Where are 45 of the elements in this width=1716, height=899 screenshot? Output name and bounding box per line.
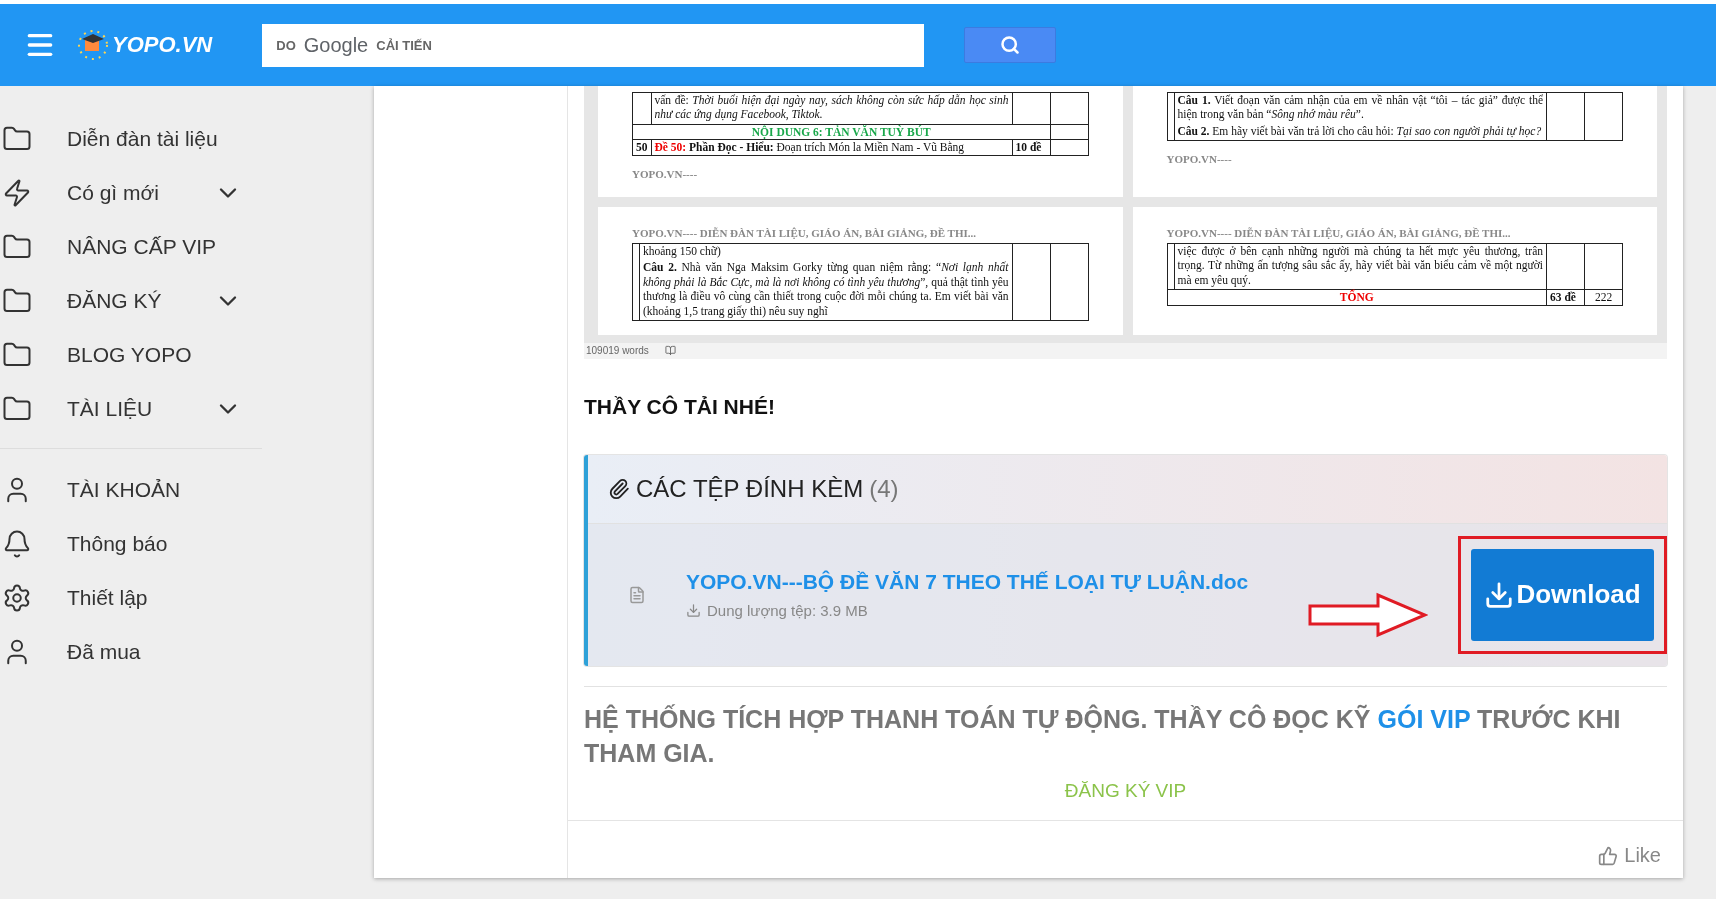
page-header: YOPO.VN---- DIỄN ĐÀN TÀI LIỆU, GIÁO ÁN, BÀI GIẢNG, ĐỀ THI... xyxy=(632,227,977,241)
sidebar-item[interactable]: Có gì mới xyxy=(0,166,262,220)
table-cell: NỘI DUNG 6: TẢN VĂN TUỲ BÚT xyxy=(632,124,1050,140)
notice-text: HỆ THỐNG TÍCH HỢP THANH TOÁN TỰ ĐỘNG. THẦY CÔ ĐỌC KỸ GÓI VIP TRƯỚC KHI THAM GIA. xyxy=(584,703,1622,769)
download-button[interactable]: Download xyxy=(1471,548,1654,641)
table-cell: Câu 1. Viết đoạn văn cảm nhận của em về nhân vật “tôi – tác giả” được thể hiện trong văn bản “Sông nhớ màu rêu”. Câu 2. Em hãy viết bài văn trả lời cho câu hỏi: Tại sao con người phải tự học? xyxy=(1174,92,1547,141)
table-cell: 10 đề xyxy=(1012,139,1050,155)
bell-icon xyxy=(2,529,32,559)
settings-icon xyxy=(2,583,32,613)
table-cell: Đề 50: Phần Đọc - Hiểu: Đoạn trích Món la Miền Nam - Vũ Bằng xyxy=(651,139,1012,155)
sidebar-item[interactable]: Đã mua xyxy=(0,625,262,679)
section-heading: THẦY CÔ TẢI NHÉ! xyxy=(584,394,776,419)
word-count: 109019 words xyxy=(586,345,649,357)
page-header: YOPO.VN---- DIỄN ĐÀN TÀI LIỆU, GIÁO ÁN, BÀI GIẢNG, ĐỀ THI... xyxy=(1166,227,1512,241)
attachments-title: CÁC TỆP ĐÍNH KÈM xyxy=(636,474,864,503)
file-size: Dung lượng tệp: 3.9 MB xyxy=(686,602,1308,620)
sidebar-item[interactable]: Thiết lập xyxy=(0,571,262,625)
table-cell: 63 đề xyxy=(1546,289,1585,305)
thumbs-up-icon xyxy=(1598,845,1619,866)
lightning-icon xyxy=(2,178,32,208)
sidebar-item[interactable]: Thông báo xyxy=(0,517,262,571)
sidebar-item[interactable]: ĐĂNG KÝ xyxy=(0,274,262,328)
paperclip-icon xyxy=(608,477,630,500)
sidebar-item[interactable]: TÀI LIỆU xyxy=(0,382,262,436)
download-icon xyxy=(686,603,701,619)
like-button[interactable]: Like xyxy=(1592,843,1667,869)
sidebar-item[interactable]: Diễn đàn tài liệu xyxy=(0,112,262,166)
search-button[interactable] xyxy=(964,27,1057,63)
document-icon xyxy=(628,585,646,604)
search-field[interactable]: DO Google CẢI TIẾN xyxy=(262,23,925,67)
sidebar-item[interactable]: BLOG YOPO xyxy=(0,328,262,382)
table-cell: khoảng 150 chữ) Câu 2. Nhà văn Nga Maksim Gorky từng quan niệm rằng: “Nơi lạnh nhất không phải là Bắc Cực, mà là nơi không có tình yêu thương”, quả thật tình yêu thương là điều vô cùng cần thiết trong cuộc đời mỗi chúng ta. Em viết bài văn (khoảng 1,5 trang giấy thi) nêu suy nghĩ xyxy=(639,243,1012,321)
logo-icon xyxy=(76,28,110,62)
table-cell: việc được ở bên cạnh những người mà chúng ta hết mực yêu thương, trân trọng. Từ những ấn tượng sâu sắc ấy, hãy viết bài văn biểu cảm về một người mà em yêu quý. xyxy=(1174,243,1547,290)
page-footer: YOPO.VN---- xyxy=(1166,153,1623,167)
table-cell: TỔNG xyxy=(1167,289,1547,305)
page-footer: YOPO.VN---- xyxy=(632,167,1089,182)
sidebar-item[interactable]: TÀI KHOẢN xyxy=(0,463,262,517)
search-icon xyxy=(1000,35,1021,55)
table-cell: 50 xyxy=(632,139,651,155)
attachments-count: (4) xyxy=(869,474,899,503)
table-cell: vấn đề: Thời buổi hiện đại ngày nay, sách không còn sức hấp dẫn học sinh như các ứng dụng Facebook, Tiktok. xyxy=(651,92,1012,125)
sidebar-item[interactable]: NÂNG CẤP VIP xyxy=(0,220,262,274)
table-cell: 222 xyxy=(1584,289,1623,305)
book-icon xyxy=(664,345,676,357)
